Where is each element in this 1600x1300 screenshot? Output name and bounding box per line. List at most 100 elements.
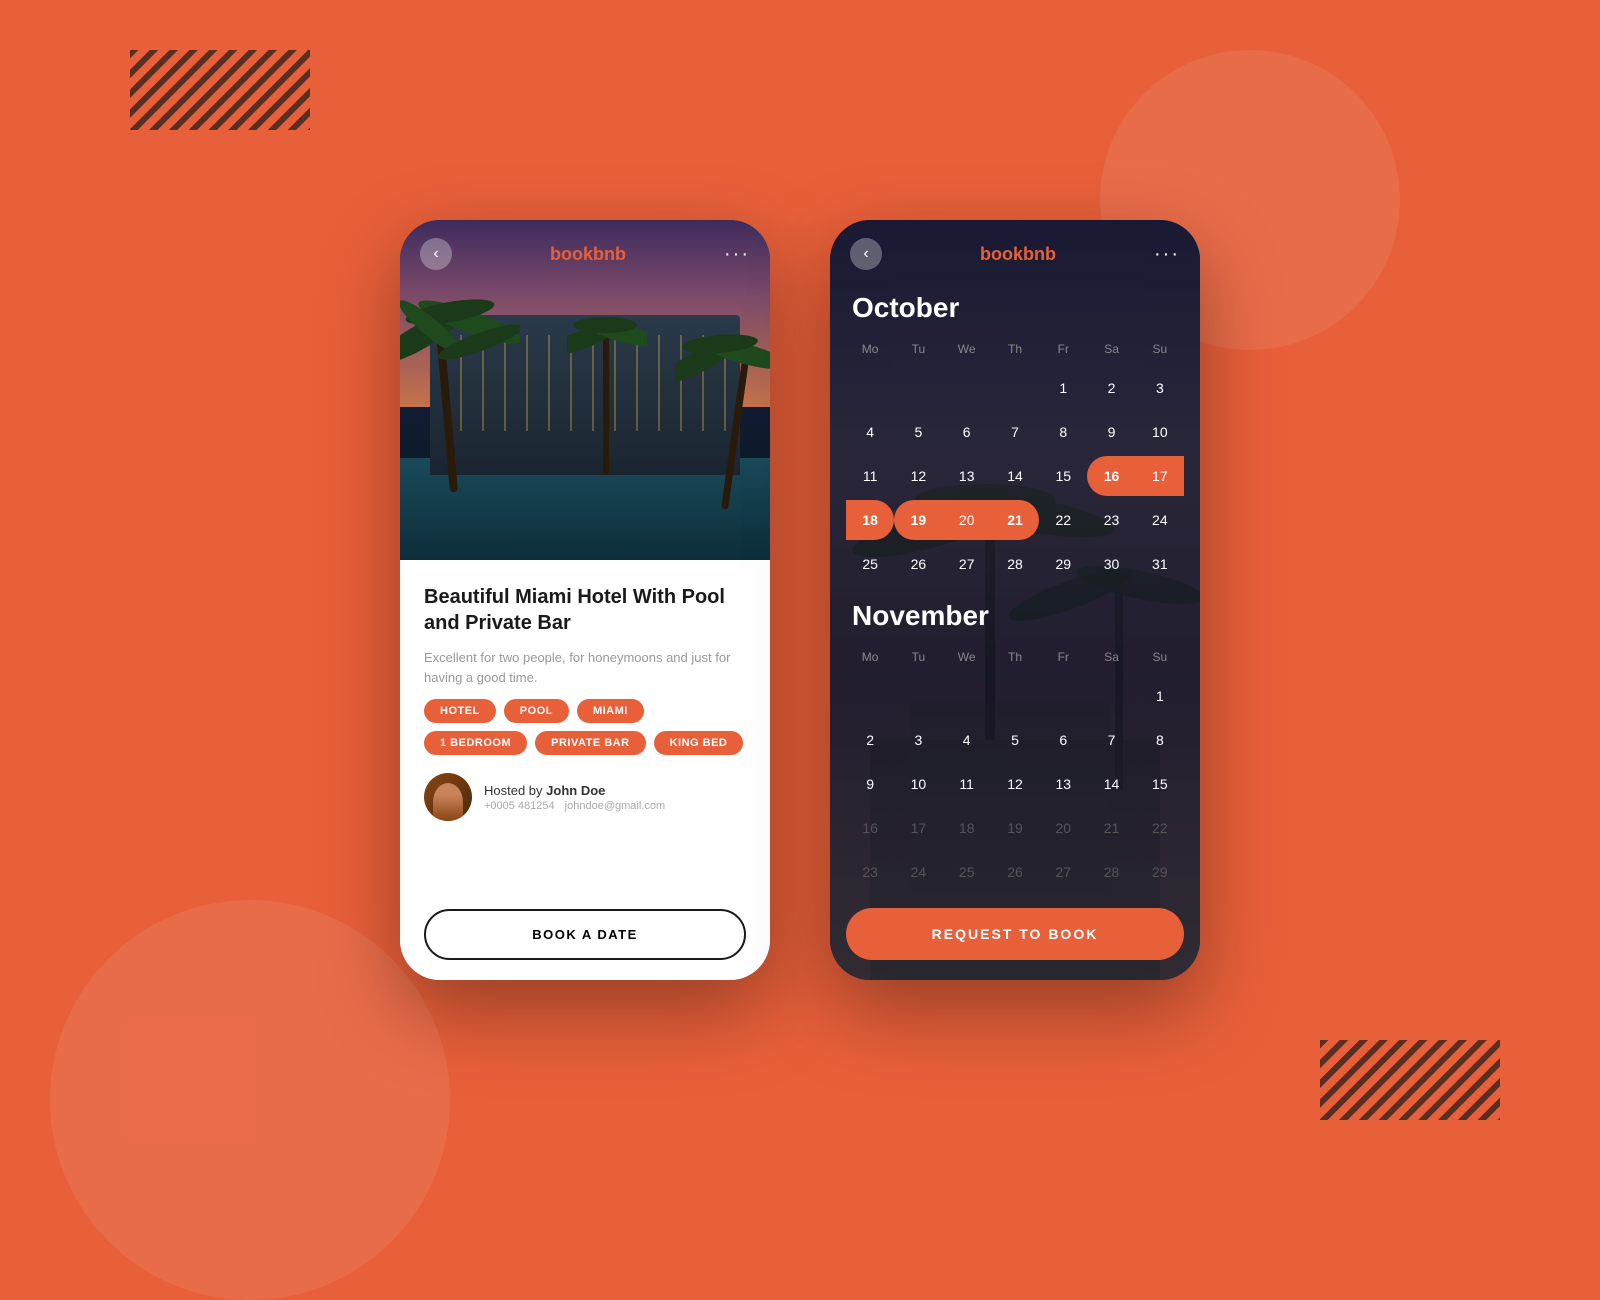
november-day-17[interactable]: 11 [943, 764, 991, 804]
november-day-18[interactable]: 12 [991, 764, 1039, 804]
october-day-7[interactable]: 3 [1136, 368, 1184, 408]
november-day-8[interactable]: 2 [846, 720, 894, 760]
november-day-16[interactable]: 10 [894, 764, 942, 804]
november-day-12[interactable]: 6 [1039, 720, 1087, 760]
october-day-22[interactable]: 18 [846, 500, 894, 540]
november-day-34[interactable]: 28 [1087, 852, 1135, 892]
october-day-10[interactable]: 6 [943, 412, 991, 452]
cal-back-button[interactable]: ‹ [850, 238, 882, 270]
october-day-27[interactable]: 23 [1087, 500, 1135, 540]
october-day-8[interactable]: 4 [846, 412, 894, 452]
cal-menu-button[interactable]: ··· [1154, 243, 1180, 266]
november-day-23[interactable]: 17 [894, 808, 942, 848]
october-day-24[interactable]: 20 [943, 500, 991, 540]
november-day-10[interactable]: 4 [943, 720, 991, 760]
cal-logo: bookbnb [980, 244, 1056, 265]
weekday-su: Su [1136, 338, 1184, 360]
november-day-25[interactable]: 19 [991, 808, 1039, 848]
november-title: November [846, 600, 1184, 632]
calendar-header: ‹ bookbnb ··· [830, 220, 1200, 282]
phone1-menu-button[interactable]: ··· [724, 243, 750, 266]
november-day-31[interactable]: 25 [943, 852, 991, 892]
november-day-29[interactable]: 23 [846, 852, 894, 892]
october-day-15[interactable]: 11 [846, 456, 894, 496]
october-day-5[interactable]: 1 [1039, 368, 1087, 408]
october-day-28[interactable]: 24 [1136, 500, 1184, 540]
november-day-32[interactable]: 26 [991, 852, 1039, 892]
november-day-13[interactable]: 7 [1087, 720, 1135, 760]
october-day-33[interactable]: 29 [1039, 544, 1087, 584]
november-day-22[interactable]: 16 [846, 808, 894, 848]
october-day-20[interactable]: 16 [1087, 456, 1135, 496]
november-day-24[interactable]: 18 [943, 808, 991, 848]
november-day-30[interactable]: 24 [894, 852, 942, 892]
hotel-detail-content: Beautiful Miami Hotel With Pool and Priv… [400, 560, 770, 980]
october-day-1 [846, 368, 894, 408]
host-info-row: Hosted by John Doe +0005 481254 johndoe@… [424, 767, 746, 827]
october-day-19[interactable]: 15 [1039, 456, 1087, 496]
november-day-27[interactable]: 21 [1087, 808, 1135, 848]
october-day-18[interactable]: 14 [991, 456, 1039, 496]
hotel-tags-container: HOTEL POOL MIAMI 1 BEDROOM PRIVATE BAR K… [424, 699, 746, 755]
phone1-back-button[interactable]: ‹ [420, 238, 452, 270]
november-day-4 [991, 676, 1039, 716]
october-day-16[interactable]: 12 [894, 456, 942, 496]
hotel-description: Excellent for two people, for honeymoons… [424, 648, 746, 687]
october-day-21[interactable]: 17 [1136, 456, 1184, 496]
october-day-11[interactable]: 7 [991, 412, 1039, 452]
october-day-26[interactable]: 22 [1039, 500, 1087, 540]
host-name: John Doe [546, 783, 605, 798]
october-day-6[interactable]: 2 [1087, 368, 1135, 408]
november-day-26[interactable]: 20 [1039, 808, 1087, 848]
tag-bedroom: 1 BEDROOM [424, 731, 527, 755]
november-day-14[interactable]: 8 [1136, 720, 1184, 760]
phone1-logo: bookbnb [550, 244, 626, 265]
request-to-book-button[interactable]: REQUEST TO BOOK [846, 908, 1184, 960]
palm-tree-left [400, 272, 520, 492]
october-day-25[interactable]: 21 [991, 500, 1039, 540]
november-day-35[interactable]: 29 [1136, 852, 1184, 892]
weekday-th: Th [991, 338, 1039, 360]
october-day-17[interactable]: 13 [943, 456, 991, 496]
october-section: October Mo Tu We Th Fr Sa Su 12345678910… [846, 292, 1184, 584]
weekday-fr: Fr [1039, 338, 1087, 360]
november-day-19[interactable]: 13 [1039, 764, 1087, 804]
palm-tree-center [567, 295, 647, 475]
october-day-13[interactable]: 9 [1087, 412, 1135, 452]
october-day-12[interactable]: 8 [1039, 412, 1087, 452]
october-title: October [846, 292, 1184, 324]
logo-prefix: book [550, 244, 593, 264]
book-date-button[interactable]: BOOK A DATE [424, 909, 746, 960]
november-day-21[interactable]: 15 [1136, 764, 1184, 804]
phone1-header: ‹ bookbnb ··· [400, 220, 770, 282]
nov-weekday-su: Su [1136, 646, 1184, 668]
november-day-33[interactable]: 27 [1039, 852, 1087, 892]
november-day-11[interactable]: 5 [991, 720, 1039, 760]
october-day-3 [943, 368, 991, 408]
cal-logo-suffix: bnb [1023, 244, 1056, 264]
host-details: Hosted by John Doe +0005 481254 johndoe@… [484, 783, 665, 812]
november-day-20[interactable]: 14 [1087, 764, 1135, 804]
october-day-29[interactable]: 25 [846, 544, 894, 584]
november-day-9[interactable]: 3 [894, 720, 942, 760]
november-days-grid: 1234567891011121314151617181920212223242… [846, 676, 1184, 892]
tag-hotel: HOTEL [424, 699, 496, 723]
october-day-14[interactable]: 10 [1136, 412, 1184, 452]
november-day-6 [1087, 676, 1135, 716]
decorative-stripes-bottom [1320, 1040, 1500, 1120]
palm-tree-right [675, 309, 770, 509]
november-day-15[interactable]: 9 [846, 764, 894, 804]
october-day-2 [894, 368, 942, 408]
october-day-23[interactable]: 19 [894, 500, 942, 540]
october-day-9[interactable]: 5 [894, 412, 942, 452]
phone-calendar: ‹ bookbnb ··· October Mo Tu We Th Fr Sa … [830, 220, 1200, 980]
november-day-7[interactable]: 1 [1136, 676, 1184, 716]
october-day-35[interactable]: 31 [1136, 544, 1184, 584]
october-day-32[interactable]: 28 [991, 544, 1039, 584]
weekday-we: We [943, 338, 991, 360]
october-day-34[interactable]: 30 [1087, 544, 1135, 584]
october-day-30[interactable]: 26 [894, 544, 942, 584]
november-day-28[interactable]: 22 [1136, 808, 1184, 848]
october-day-31[interactable]: 27 [943, 544, 991, 584]
avatar-person [433, 783, 463, 821]
